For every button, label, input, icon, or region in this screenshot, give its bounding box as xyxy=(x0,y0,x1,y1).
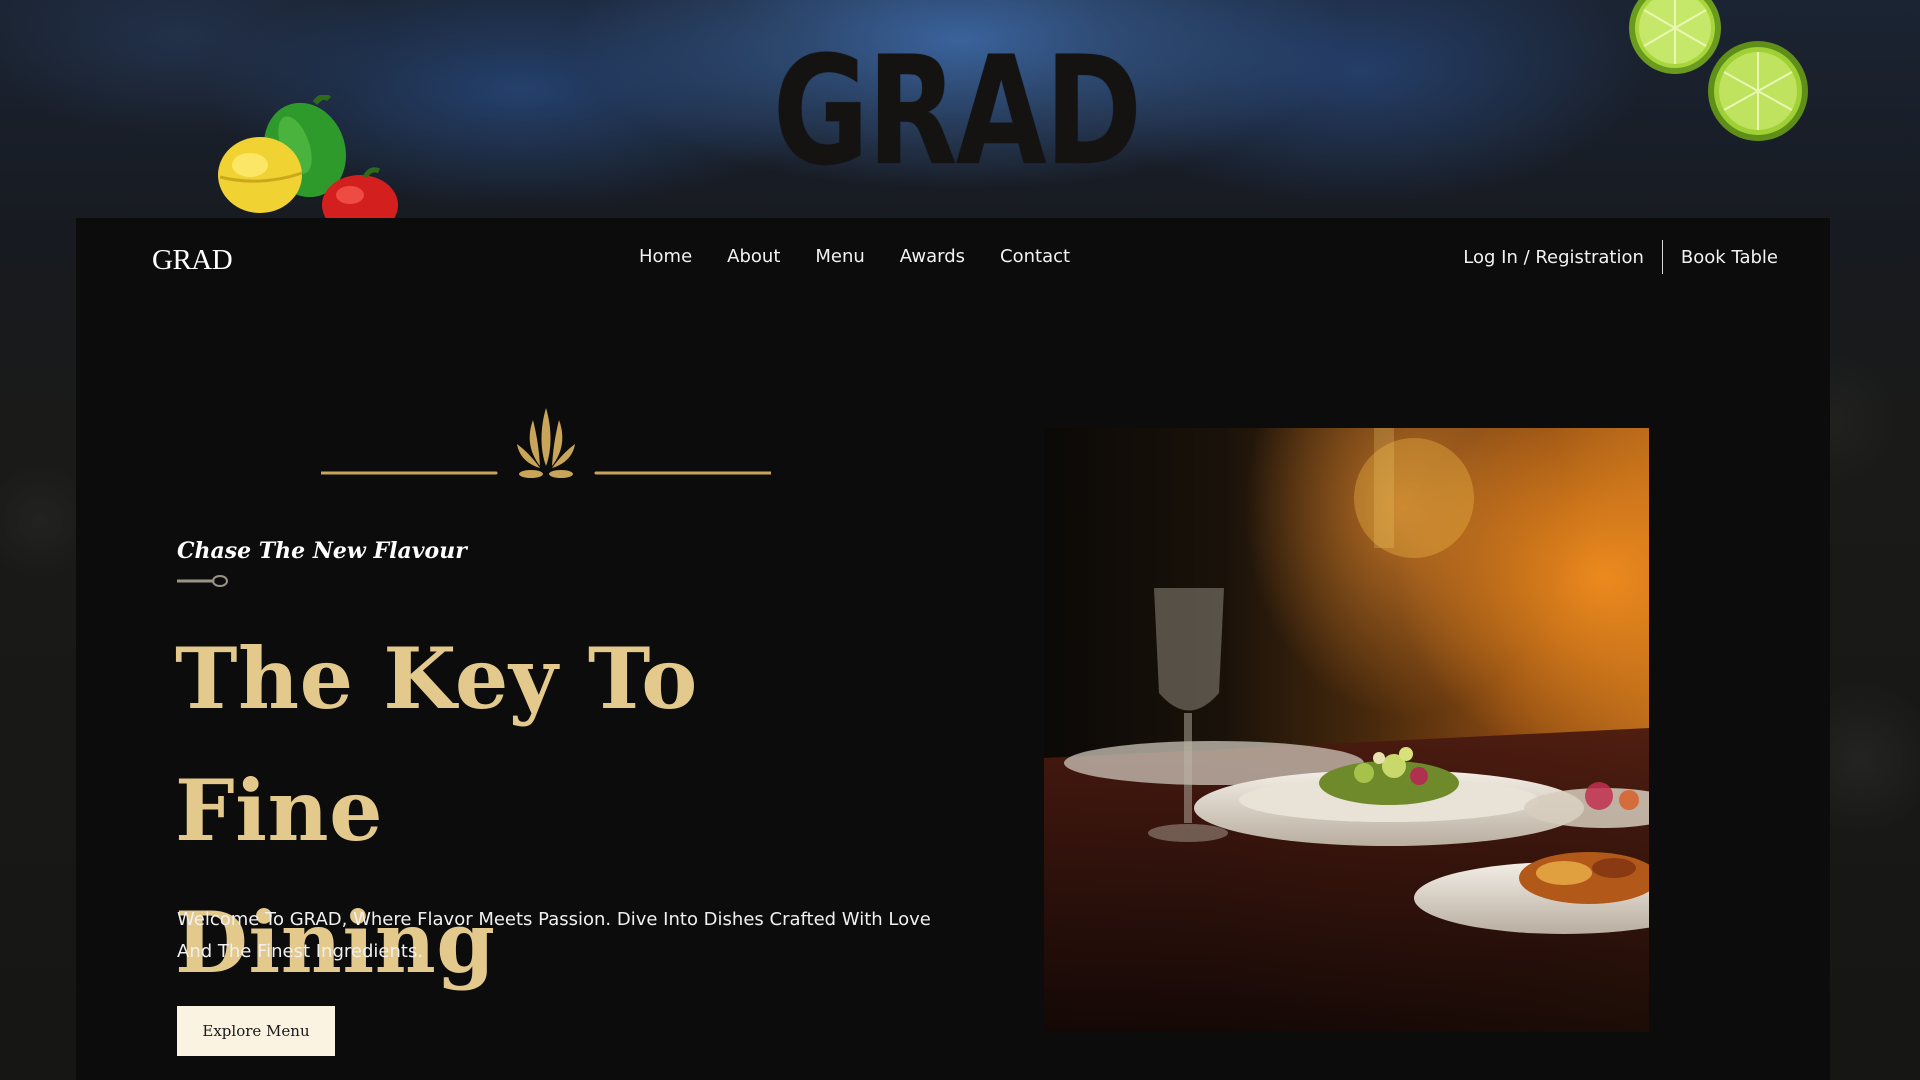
hero-headline-line1: The Key To Fine xyxy=(175,629,698,860)
main-nav: Home About Menu Awards Contact xyxy=(639,246,1105,267)
wheat-sprig-ornament-icon xyxy=(321,408,771,478)
hero-dining-photo xyxy=(1044,428,1649,1032)
explore-menu-button[interactable]: Explore Menu xyxy=(177,1006,335,1056)
hero-logo: GRAD xyxy=(772,25,1142,199)
hero-intro-text: Welcome To GRAD, Where Flavor Meets Pass… xyxy=(177,909,931,962)
yellow-pepper-icon xyxy=(218,137,303,213)
nav-link-menu[interactable]: Menu xyxy=(815,246,864,267)
lime-slice-icon xyxy=(1708,41,1808,141)
lime-slice-icon xyxy=(1629,0,1721,74)
dining-scene-illustration xyxy=(1044,428,1649,1032)
nav-link-home[interactable]: Home xyxy=(639,246,692,267)
site-panel: GRAD Home About Menu Awards Contact Log … xyxy=(76,218,1830,1080)
login-registration-link[interactable]: Log In / Registration xyxy=(1463,247,1662,268)
peppers-decoration xyxy=(218,95,398,220)
hero-eyebrow: Chase The New Flavour xyxy=(177,538,467,564)
nav-logo[interactable]: GRAD xyxy=(152,244,233,277)
nav-link-awards[interactable]: Awards xyxy=(900,246,965,267)
nav-link-contact[interactable]: Contact xyxy=(1000,246,1070,267)
book-table-link[interactable]: Book Table xyxy=(1663,247,1778,268)
nav-link-about[interactable]: About xyxy=(727,246,780,267)
spoon-icon xyxy=(177,575,228,587)
limes-decoration xyxy=(1629,0,1808,141)
nav-actions: Log In / Registration Book Table xyxy=(1463,240,1778,274)
